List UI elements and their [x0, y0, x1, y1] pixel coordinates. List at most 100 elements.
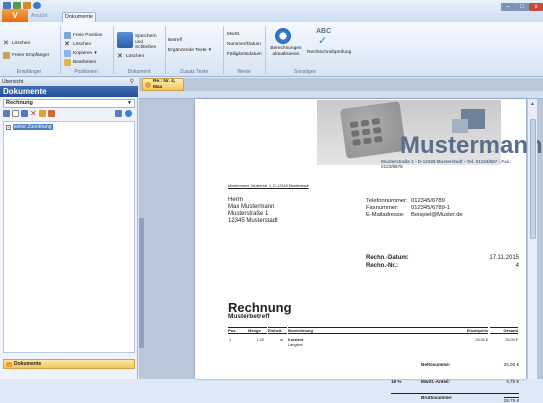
- copy-icon: [64, 50, 71, 57]
- invoice-meta-values: 17.11.2015 4: [489, 255, 519, 269]
- tab-dokumente[interactable]: Dokumente: [62, 12, 96, 22]
- calculator-key: [349, 121, 359, 129]
- cell-langtext: Langtext: [288, 343, 303, 347]
- recipient-address: Herrn Max Mustermann Musterstraße 1 1234…: [228, 197, 278, 224]
- divider: [60, 26, 61, 74]
- refresh-icon[interactable]: [125, 110, 132, 117]
- group-label-dokument: Dokument: [127, 69, 151, 75]
- col-header-pos: Pos.: [228, 327, 248, 334]
- folder-icon: [6, 362, 12, 367]
- scroll-up-icon[interactable]: ▲: [530, 101, 535, 107]
- binoculars-icon[interactable]: [115, 110, 122, 117]
- title-bar: V Ansicht Dokumente – □ x: [0, 0, 543, 22]
- divider: [223, 26, 224, 74]
- berechnungen-aktualisieren-button[interactable]: Berechnungen aktualisieren: [268, 46, 304, 57]
- cell-menge: 1,00: [256, 338, 264, 342]
- document-tab[interactable]: Re.: Nr. 4, Max Mustermann: [142, 78, 184, 96]
- cell-gesamt: 25,00 €: [505, 338, 518, 342]
- open-icon[interactable]: [21, 110, 28, 117]
- pin-icon[interactable]: ⚲: [130, 78, 134, 85]
- invoice-meta-labels: Rechn.-Datum: Rechn.-Nr.:: [366, 255, 409, 269]
- nummer-datum-button[interactable]: Nummer/Datum: [227, 42, 261, 47]
- tab-ansicht[interactable]: Ansicht: [31, 13, 47, 19]
- col-header-menge: Menge: [248, 327, 267, 334]
- new-position-icon: [64, 32, 71, 39]
- contact-info: Telefonnummer: 012345/6789 Faxnummer: 0123…: [366, 198, 463, 218]
- vertical-scrollbar[interactable]: ▲: [527, 99, 537, 379]
- left-panel: Übersicht ⚲ Dokumente Rechnung ▼ ✕ + kei…: [0, 78, 138, 379]
- invoice-table: Pos. Menge Einheit Bezeichnung Einzelpre…: [228, 327, 518, 351]
- freier-empfaenger-button[interactable]: Freier Empfänger: [3, 52, 49, 59]
- divider: [165, 26, 166, 74]
- position-kopieren-button[interactable]: Kopieren ▾: [64, 50, 97, 57]
- save-icon[interactable]: [13, 2, 21, 9]
- panel-title: Dokumente: [0, 86, 138, 97]
- company-dots: ...: [488, 145, 495, 154]
- minimize-button[interactable]: –: [501, 3, 515, 11]
- empfaenger-loeschen-button[interactable]: ✕ Löschen: [3, 40, 30, 47]
- betreff-button[interactable]: Betreff: [168, 38, 182, 43]
- delete-icon[interactable]: ✕: [30, 110, 37, 118]
- maximize-button[interactable]: □: [515, 3, 529, 11]
- brutto-row: Bruttosumme: 29,75 €: [391, 393, 519, 403]
- cell-einheit: m: [280, 338, 284, 342]
- copy-icon[interactable]: [48, 110, 55, 117]
- position-loeschen-button[interactable]: ✕ Löschen: [64, 41, 91, 48]
- delete-icon: ✕: [117, 53, 123, 60]
- invoice-subject: Musterbetreff: [228, 313, 270, 320]
- panel-toolbar: ✕: [3, 110, 135, 119]
- grid-icon[interactable]: [3, 110, 10, 117]
- company-address: Musterstraße 1 - D-12345 Musterstadt - T…: [381, 159, 511, 169]
- group-label-zusatz: Zusatz Texte: [179, 69, 209, 75]
- edit-icon: [64, 59, 71, 66]
- cell-pos: 1: [229, 338, 232, 342]
- freie-position-button[interactable]: Freie Position: [64, 32, 102, 39]
- col-header-bezeichnung: Bezeichnung: [288, 327, 454, 334]
- table-row: 1 1,00 m Kurztext Langtext 25,00 € 25,00…: [228, 335, 518, 351]
- chevron-down-icon: ▾: [208, 48, 212, 53]
- save-close-icon[interactable]: [117, 32, 133, 48]
- rechtschreibpruefung-button[interactable]: Rechtschreibprüfung: [307, 50, 351, 55]
- new-document-icon[interactable]: [12, 110, 19, 117]
- address-icon: [3, 52, 10, 59]
- col-header-gesamt: Gesamt: [490, 327, 518, 334]
- document-icon: [145, 82, 151, 88]
- group-label-werte: Werte: [237, 69, 251, 75]
- divider: [113, 26, 114, 74]
- document-type-select[interactable]: Rechnung ▼: [3, 99, 135, 108]
- netto-row: Nettosumme: 25,00 €: [421, 362, 519, 367]
- calculator-key: [361, 128, 371, 136]
- calculator-key: [352, 138, 361, 146]
- document-area: Re.: Nr. 4, Max Mustermann Mustermann ..…: [139, 78, 543, 403]
- expand-icon[interactable]: +: [6, 124, 11, 130]
- close-button[interactable]: x: [529, 3, 543, 11]
- cell-kurztext: Kurztext: [288, 338, 304, 342]
- app-icon[interactable]: [3, 2, 11, 9]
- calculator-key: [371, 117, 381, 126]
- document-toolbar: [139, 91, 543, 99]
- panel-footer-dokumente[interactable]: Dokumente: [3, 359, 135, 369]
- chevron-down-icon: ▾: [94, 51, 97, 56]
- faelligkeitsdatum-button[interactable]: Fälligkeitsdatum: [227, 52, 262, 57]
- dokument-loeschen-button[interactable]: ✕ Löschen: [117, 53, 144, 60]
- calculator-key: [360, 119, 370, 127]
- col-header-einzelpreis: Einzelpreis: [454, 327, 488, 334]
- group-label-empfaenger: Empfänger: [16, 69, 42, 75]
- invoice-page: Mustermann ... Musterstraße 1 - D-12345 …: [195, 99, 543, 403]
- scrollbar-thumb[interactable]: [530, 119, 536, 239]
- tree-item[interactable]: + keine Zuordnung: [6, 124, 53, 130]
- document-tree: + keine Zuordnung: [3, 121, 135, 353]
- mwst-button[interactable]: MwSt.: [227, 32, 240, 37]
- refresh-icon[interactable]: [275, 28, 291, 44]
- help-icon[interactable]: [33, 2, 41, 9]
- folder-icon[interactable]: [39, 110, 46, 117]
- application-menu-button[interactable]: V: [2, 9, 28, 22]
- speichern-schliessen-button[interactable]: Speichern und Schließen: [135, 34, 165, 51]
- invoice-totals: Nettosumme: 25,00 € 19 % MwSt.-Anteil: 4…: [391, 362, 519, 403]
- position-bearbeiten-button[interactable]: Bearbeiten: [64, 59, 96, 66]
- ribbon: ✕ Löschen Freier Empfänger Empfänger Frei…: [0, 22, 543, 77]
- undo-icon[interactable]: [23, 2, 31, 9]
- ergaenzende-texte-button[interactable]: Ergänzende Texte ▾: [168, 48, 211, 53]
- calculator-key: [363, 137, 372, 145]
- calculator-key: [373, 135, 383, 143]
